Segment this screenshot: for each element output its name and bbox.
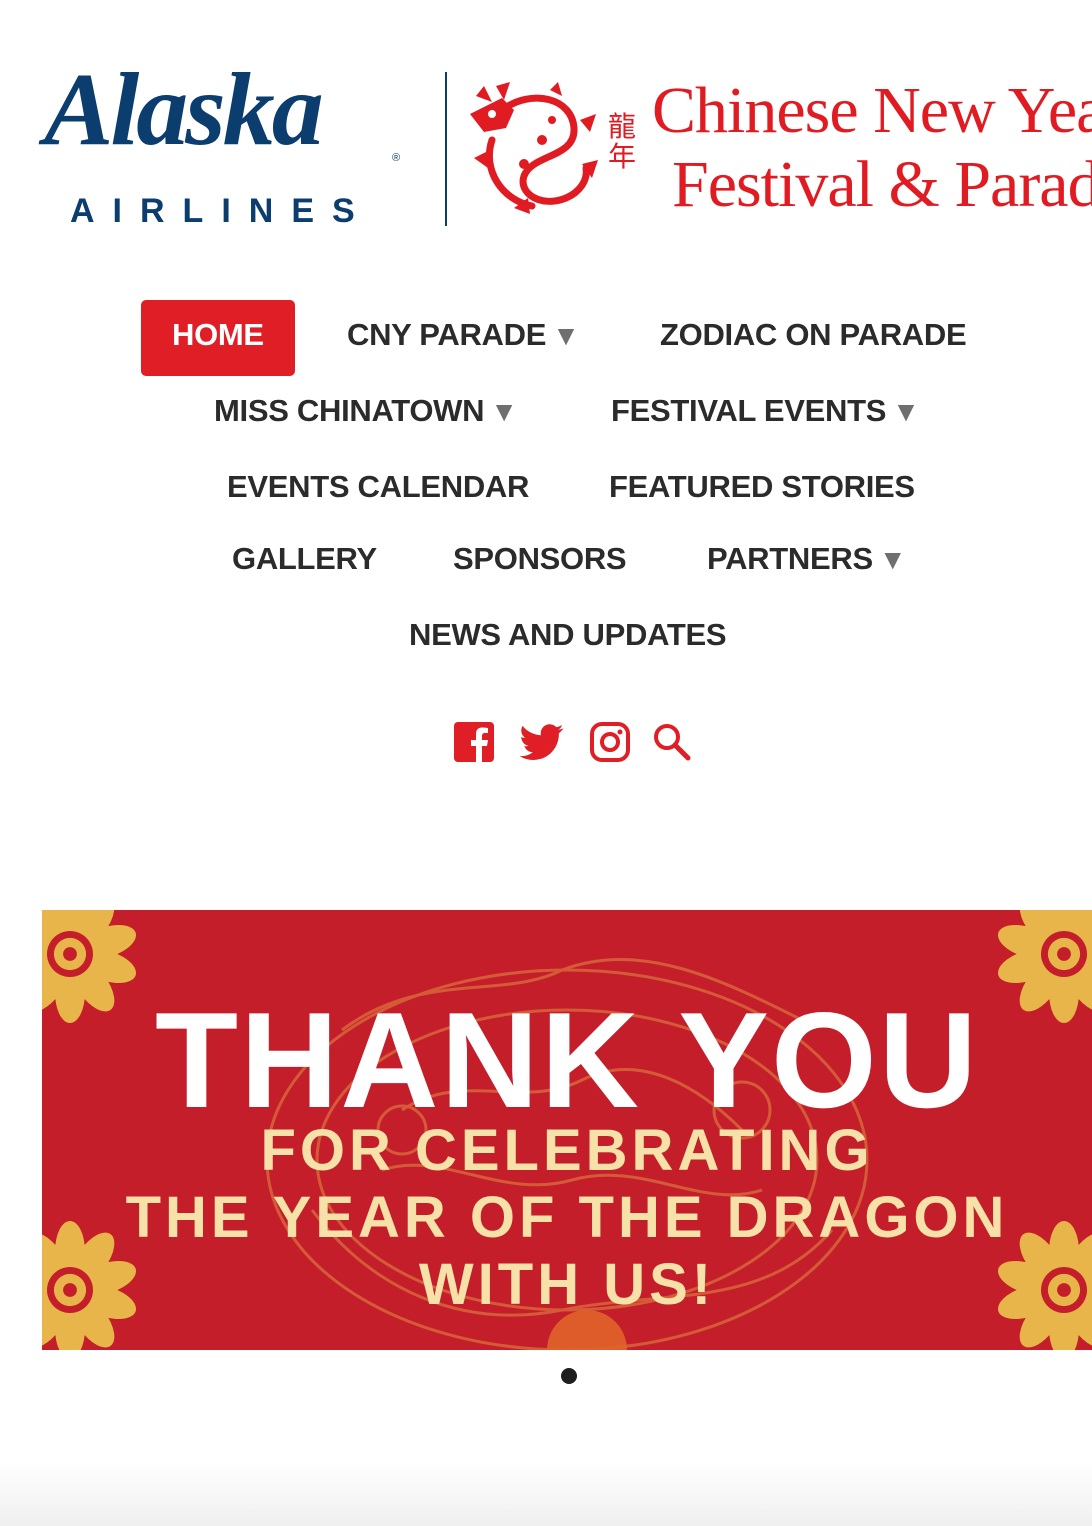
nav-row: GALLERY SPONSORS PARTNERS ▼ (0, 524, 1092, 600)
nav-item-zodiac-on-parade[interactable]: ZODIAC ON PARADE (660, 300, 967, 376)
nav-item-label: ZODIAC ON PARADE (660, 317, 967, 352)
search-icon[interactable] (650, 720, 694, 764)
nav-item-label: MISS CHINATOWN (214, 393, 485, 428)
nav-item-label: FESTIVAL EVENTS (611, 393, 887, 428)
carousel-dot[interactable] (561, 1368, 577, 1384)
logo-divider (445, 72, 447, 226)
nav-item-label: HOME (172, 317, 264, 352)
nav-item-miss-chinatown[interactable]: MISS CHINATOWN ▼ (214, 376, 518, 452)
page-bottom-shade (0, 1460, 1092, 1526)
nav-item-label: GALLERY (232, 541, 377, 576)
nav-item-label: FEATURED STORIES (609, 469, 915, 504)
nav-item-news-and-updates[interactable]: NEWS AND UPDATES (409, 600, 727, 676)
banner-subtitle: FOR CELEBRATING (260, 1118, 874, 1183)
dropdown-arrow-icon: ▼ (552, 320, 580, 351)
nav-item-label: NEWS AND UPDATES (409, 617, 727, 652)
cny-title-line2: Festival & Parade (672, 148, 1092, 221)
nav-row: MISS CHINATOWN ▼ FESTIVAL EVENTS ▼ (0, 376, 1092, 452)
cny-char: 年 (607, 140, 636, 173)
banner-subtitle: WITH US! (418, 1252, 716, 1317)
nav-item-label: SPONSORS (453, 541, 627, 576)
nav-item-festival-events[interactable]: FESTIVAL EVENTS ▼ (611, 376, 920, 452)
social-links (0, 712, 1092, 772)
hero-banner-slide[interactable]: THANK YOU FOR CELEBRATING THE YEAR OF TH… (42, 910, 1092, 1350)
airlines-logo-text: AIRLINES (70, 192, 373, 230)
cny-title-line1: Chinese New Year (652, 74, 1092, 147)
facebook-icon[interactable] (452, 720, 496, 764)
nav-item-featured-stories[interactable]: FEATURED STORIES (609, 452, 915, 528)
banner-headline: THANK YOU (155, 984, 979, 1136)
instagram-icon[interactable] (588, 720, 632, 764)
carousel-pagination (0, 1364, 1092, 1388)
nav-item-events-calendar[interactable]: EVENTS CALENDAR (227, 452, 529, 528)
dragon-icon (462, 80, 600, 216)
twitter-icon[interactable] (519, 720, 564, 764)
nav-row: EVENTS CALENDAR FEATURED STORIES (0, 452, 1092, 528)
banner-subtitle: THE YEAR OF THE DRAGON (125, 1185, 1009, 1250)
dropdown-arrow-icon: ▼ (892, 396, 920, 427)
nav-item-home[interactable]: HOME (141, 300, 295, 376)
nav-item-partners[interactable]: PARTNERS ▼ (707, 524, 907, 600)
dropdown-arrow-icon: ▼ (878, 544, 907, 575)
nav-item-label: CNY PARADE (347, 317, 547, 352)
nav-row: NEWS AND UPDATES (0, 600, 1092, 676)
nav-item-sponsors[interactable]: SPONSORS (453, 524, 627, 600)
nav-item-cny-parade[interactable]: CNY PARADE ▼ (347, 300, 580, 376)
alaska-logo-text: Alaska (44, 52, 324, 167)
dropdown-arrow-icon: ▼ (490, 396, 518, 427)
nav-item-gallery[interactable]: GALLERY (232, 524, 377, 600)
nav-row: HOME CNY PARADE ▼ ZODIAC ON PARADE (0, 300, 1092, 376)
cny-char: 龍 (607, 110, 636, 143)
registered-mark: ® (392, 152, 401, 164)
nav-item-label: EVENTS CALENDAR (227, 469, 530, 504)
cny-chinese-characters: 龍 年 (604, 112, 640, 172)
nav-item-label: PARTNERS (707, 541, 873, 576)
